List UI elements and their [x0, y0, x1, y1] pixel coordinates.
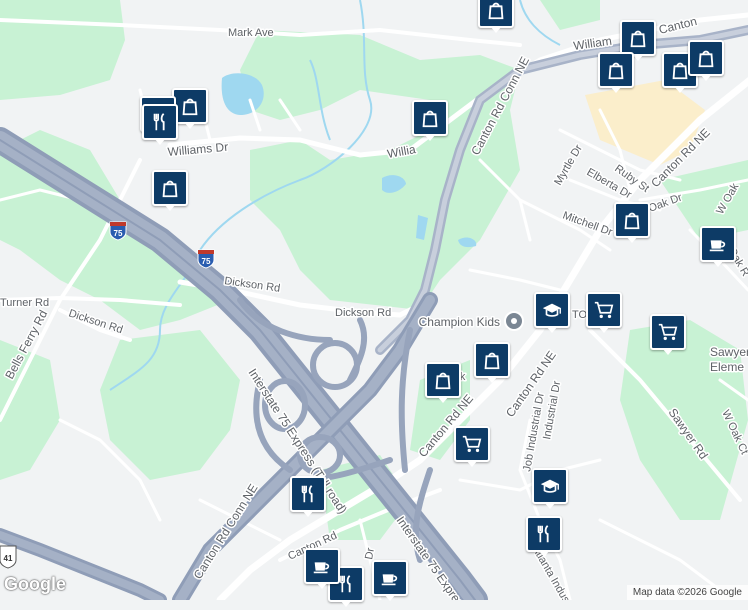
map-marker-school[interactable]	[534, 292, 570, 336]
shopping-bag-icon	[419, 107, 441, 129]
map-marker-shopping-bag[interactable]	[425, 362, 461, 406]
map-marker-shopping-bag[interactable]	[152, 170, 188, 214]
map-marker-restaurant[interactable]	[290, 476, 326, 520]
map-marker-shopping-bag[interactable]	[474, 342, 510, 386]
map-marker-restaurant[interactable]	[526, 516, 562, 560]
shopping-bag-icon	[432, 369, 454, 391]
poi-sawyer-elementary[interactable]: Sawyer Eleme	[709, 344, 748, 376]
shopping-bag-icon	[179, 95, 201, 117]
interstate-shield-b: 75	[197, 249, 215, 269]
map-marker-shopping-bag[interactable]	[688, 40, 724, 84]
cafe-icon	[379, 567, 401, 589]
poi-sawyer-label-2: Eleme	[710, 360, 744, 374]
poi-sawyer-label-1: Sawyer	[710, 345, 748, 359]
cafe-icon	[707, 233, 729, 255]
shopping-bag-icon	[627, 27, 649, 49]
map-marker-shopping-cart[interactable]	[586, 292, 622, 336]
school-icon	[541, 299, 563, 321]
google-logo: Google	[4, 574, 66, 594]
map-marker-cafe[interactable]	[304, 548, 340, 592]
map-marker-shopping-cart[interactable]	[650, 314, 686, 358]
shopping-bag-icon	[485, 0, 507, 21]
shopping-cart-icon	[593, 299, 615, 321]
map-marker-cafe[interactable]	[372, 560, 408, 604]
label-turner-rd: Turner Rd	[0, 297, 49, 309]
shopping-bag-icon	[621, 209, 643, 231]
label-mark-ave: Mark Ave	[228, 27, 274, 39]
poi-champion-kids[interactable]: Champion Kids	[417, 311, 524, 331]
shopping-bag-icon	[159, 177, 181, 199]
map-marker-school[interactable]	[532, 468, 568, 512]
map-marker-cafe[interactable]	[700, 226, 736, 270]
interstate-shield-a: 75	[109, 221, 127, 241]
svg-text:75: 75	[114, 229, 123, 238]
cafe-icon	[311, 555, 333, 577]
map-marker-shopping-cart[interactable]	[454, 426, 490, 470]
map-marker-shopping-bag[interactable]	[614, 202, 650, 246]
map-marker-shopping-bag[interactable]	[412, 100, 448, 144]
shopping-bag-icon	[695, 47, 717, 69]
map-marker-shopping-bag[interactable]	[478, 0, 514, 36]
restaurant-icon	[297, 483, 319, 505]
restaurant-icon	[149, 111, 171, 133]
map-canvas[interactable]: Mark Ave Williams Dr Willia William Cant…	[0, 0, 748, 600]
shopping-bag-icon	[481, 349, 503, 371]
label-dr-frag: Dr	[363, 547, 377, 561]
svg-text:41: 41	[4, 554, 13, 563]
poi-champion-kids-label: Champion Kids	[419, 315, 500, 329]
shopping-cart-icon	[657, 321, 679, 343]
school-icon	[539, 475, 561, 497]
shopping-bag-icon	[605, 59, 627, 81]
map-marker-restaurant[interactable]	[142, 104, 178, 148]
restaurant-icon	[533, 523, 555, 545]
us-route-shield: 41	[0, 545, 17, 569]
label-dickson-rd-2: Dickson Rd	[335, 307, 391, 319]
map-marker-shopping-bag[interactable]	[598, 52, 634, 96]
shopping-cart-icon	[461, 433, 483, 455]
svg-text:75: 75	[202, 257, 211, 266]
map-credit[interactable]: Map data ©2026 Google	[626, 585, 748, 600]
